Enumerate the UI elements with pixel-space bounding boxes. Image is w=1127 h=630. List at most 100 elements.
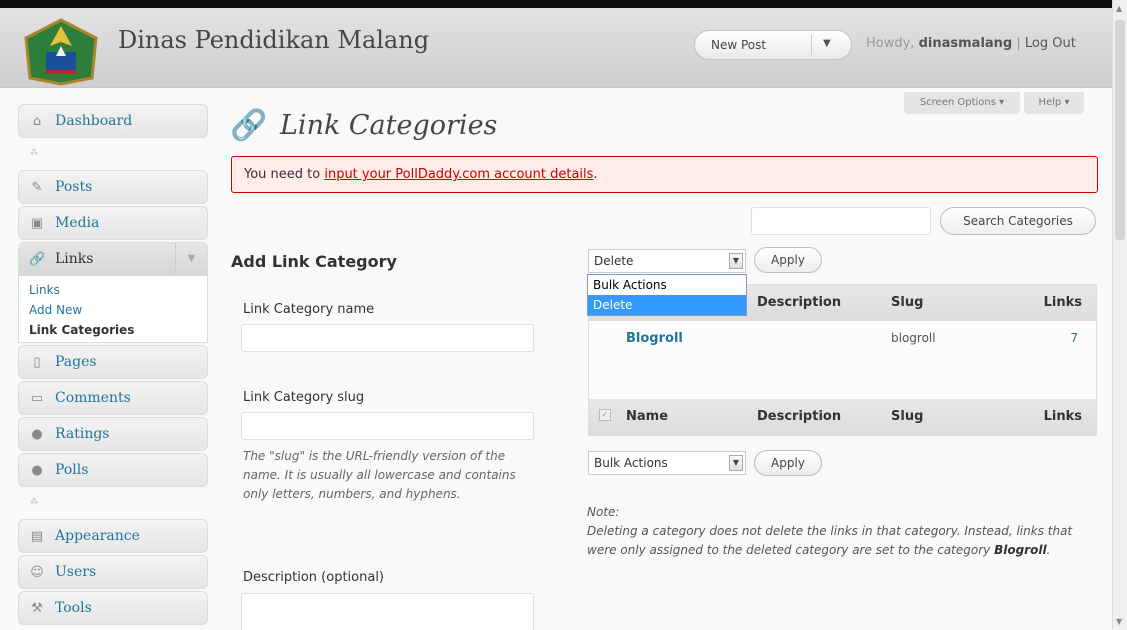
screen-options-label: Screen Options <box>919 97 996 108</box>
bulk-actions-select-bottom[interactable]: Bulk Actions ▼ <box>588 451 746 475</box>
menu-label: Users <box>55 564 97 580</box>
comment-icon: ▭ <box>30 391 44 406</box>
help-tab[interactable]: Help ▾ <box>1024 92 1084 114</box>
chevron-down-icon[interactable]: ▼ <box>729 455 743 471</box>
table-row: Blogroll blogroll 7 <box>589 321 1096 399</box>
menu-item-posts[interactable]: ✎ Posts <box>18 170 208 204</box>
menu-separator: ⁂ <box>30 148 38 157</box>
links-submenu: Links Add New Link Categories <box>18 276 208 343</box>
menu-label: Links <box>55 251 94 267</box>
option-bulk-actions[interactable]: Bulk Actions <box>588 275 746 295</box>
description-label: Description (optional) <box>243 570 385 585</box>
page-title: Link Categories <box>280 110 498 141</box>
column-description[interactable]: Description <box>757 295 841 310</box>
notice-text: You need to input your PollDaddy.com acc… <box>244 167 598 182</box>
menu-item-media[interactable]: ▣ Media <box>18 206 208 240</box>
divider: | <box>1016 36 1025 51</box>
favorite-actions-dropdown[interactable]: New Post ▼ <box>694 30 852 60</box>
description-textarea[interactable] <box>241 593 534 630</box>
link-icon: 🔗 <box>230 108 268 143</box>
category-links-count[interactable]: 7 <box>1070 331 1078 345</box>
apply-button-bottom[interactable]: Apply <box>754 450 822 476</box>
menu-label: Media <box>55 215 100 231</box>
menu-item-comments[interactable]: ▭ Comments <box>18 381 208 415</box>
logout-link[interactable]: Log Out <box>1025 36 1076 51</box>
bulk-actions-select-top[interactable]: Delete ▼ <box>588 249 746 273</box>
category-name-label: Link Category name <box>243 302 375 317</box>
ratings-icon: ● <box>31 427 43 442</box>
scroll-up-icon[interactable]: ▲ <box>1116 4 1122 13</box>
appearance-icon: ▤ <box>30 529 44 544</box>
link-icon: 🔗 <box>29 252 46 267</box>
favorite-action-label[interactable]: New Post <box>711 38 766 52</box>
column-slug[interactable]: Slug <box>891 295 923 310</box>
column-links[interactable]: Links <box>1044 409 1082 424</box>
scroll-down-icon[interactable]: ▼ <box>1116 617 1122 626</box>
site-logo <box>24 18 98 86</box>
users-icon: ☺ <box>30 565 44 580</box>
chevron-down-icon[interactable]: ▼ <box>729 253 743 269</box>
page-scrollbar[interactable]: ▲ ▼ <box>1112 0 1127 630</box>
menu-label: Pages <box>55 354 97 370</box>
help-label: Help <box>1038 97 1062 108</box>
tools-icon: ⚒ <box>31 601 43 616</box>
column-links[interactable]: Links <box>1044 295 1082 310</box>
notice-suffix: . <box>593 167 598 182</box>
menu-label: Polls <box>55 462 89 478</box>
category-name-input[interactable] <box>241 324 534 352</box>
admin-menu: ⌂ Dashboard ⁂ ✎ Posts ▣ Media 🔗 Links ▼ … <box>18 104 208 625</box>
column-description[interactable]: Description <box>757 409 841 424</box>
menu-label: Comments <box>55 390 131 406</box>
notice-prefix: You need to <box>244 167 325 182</box>
table-footer: ✓ Name Description Slug Links <box>589 399 1096 435</box>
home-icon: ⌂ <box>32 114 42 129</box>
menu-separator: ⁂ <box>30 497 38 506</box>
admin-header: Dinas Pendidikan Malang New Post ▼ Howdy… <box>0 8 1112 88</box>
column-name[interactable]: Name <box>626 409 668 424</box>
page-icon: ▯ <box>33 355 41 370</box>
scroll-thumb[interactable] <box>1115 20 1125 240</box>
bulk-action-selected: Delete <box>594 254 634 268</box>
chevron-down-icon[interactable]: ▼ <box>823 38 831 49</box>
select-all-checkbox[interactable]: ✓ <box>599 409 611 421</box>
apply-button-top[interactable]: Apply <box>754 247 822 273</box>
category-slug: blogroll <box>891 331 936 345</box>
username-link[interactable]: dinasmalang <box>919 36 1013 51</box>
polls-icon: ● <box>31 463 43 478</box>
polldaddy-account-link[interactable]: input your PollDaddy.com account details <box>324 167 593 182</box>
error-notice: You need to input your PollDaddy.com acc… <box>231 156 1098 193</box>
category-slug-label: Link Category slug <box>243 390 365 405</box>
menu-item-pages[interactable]: ▯ Pages <box>18 345 208 379</box>
menu-item-ratings[interactable]: ● Ratings <box>18 417 208 451</box>
category-slug-input[interactable] <box>241 412 534 440</box>
menu-item-appearance[interactable]: ▤ Appearance <box>18 519 208 553</box>
column-slug[interactable]: Slug <box>891 409 923 424</box>
submenu-item-link-categories[interactable]: Link Categories <box>19 320 207 340</box>
bulk-action-selected: Bulk Actions <box>594 456 668 470</box>
menu-label: Dashboard <box>55 113 133 129</box>
note-category: Blogroll <box>994 543 1047 557</box>
search-categories-button[interactable]: Search Categories <box>940 207 1096 235</box>
menu-label: Ratings <box>55 426 110 442</box>
menu-item-links[interactable]: 🔗 Links ▼ <box>18 242 208 276</box>
slug-help-text: The "slug" is the URL-friendly version o… <box>243 449 516 501</box>
note-text: Deleting a category does not delete the … <box>587 522 1097 560</box>
favorite-separator <box>811 35 812 55</box>
note-heading: Note: <box>587 505 620 519</box>
submenu-item-add-new[interactable]: Add New <box>19 300 207 320</box>
bulk-actions-dropdown-list: Bulk Actions Delete <box>587 274 747 316</box>
menu-item-dashboard[interactable]: ⌂ Dashboard <box>18 104 208 138</box>
site-title[interactable]: Dinas Pendidikan Malang <box>118 26 429 54</box>
menu-item-users[interactable]: ☺ Users <box>18 555 208 589</box>
category-name-link[interactable]: Blogroll <box>626 331 683 346</box>
howdy-text: Howdy, <box>866 36 915 51</box>
search-input[interactable] <box>751 207 931 235</box>
menu-label: Appearance <box>55 528 140 544</box>
chevron-down-icon[interactable]: ▼ <box>175 243 207 275</box>
menu-item-polls[interactable]: ● Polls <box>18 453 208 487</box>
menu-label: Tools <box>55 600 92 616</box>
menu-item-tools[interactable]: ⚒ Tools <box>18 591 208 625</box>
screen-options-tab[interactable]: Screen Options ▾ <box>904 92 1020 114</box>
option-delete[interactable]: Delete <box>588 295 746 315</box>
submenu-item-links[interactable]: Links <box>19 280 207 300</box>
